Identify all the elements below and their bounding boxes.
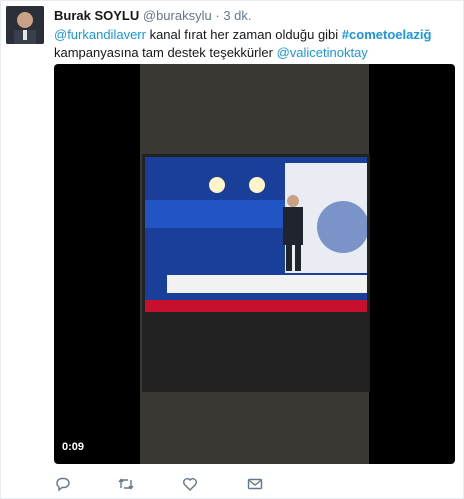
- tv-ticker: [145, 300, 367, 312]
- tweet-text-part: kanal fırat her zaman olduğu gibi: [145, 27, 342, 42]
- avatar-image: [6, 6, 44, 44]
- tv-frame: [142, 154, 370, 392]
- tv-banner: [167, 275, 367, 293]
- avatar[interactable]: [6, 6, 44, 44]
- separator: ·: [215, 8, 220, 23]
- like-icon: [183, 478, 197, 491]
- like-button[interactable]: [181, 475, 199, 493]
- mention-link[interactable]: @valicetinoktay: [277, 45, 368, 60]
- hashtag-link[interactable]: #cometoelaziğ: [342, 27, 432, 42]
- tweet-text: @furkandilaverr kanal fırat her zaman ol…: [54, 26, 454, 62]
- video-timecode: 0:09: [62, 441, 85, 453]
- video-player[interactable]: 0:09: [54, 64, 455, 464]
- tv-screen: [145, 157, 367, 312]
- tweet-card[interactable]: Burak SOYLU @buraksylu · 3 dk. @furkandi…: [0, 0, 464, 499]
- reply-icon: [56, 477, 70, 492]
- retweet-button[interactable]: [117, 475, 135, 493]
- tweet-header: Burak SOYLU @buraksylu · 3 dk.: [54, 8, 252, 23]
- message-icon: [247, 478, 263, 490]
- tweet-actions: [54, 475, 454, 493]
- mention-link[interactable]: @furkandilaverr: [54, 27, 146, 42]
- message-button[interactable]: [246, 475, 264, 493]
- author-handle[interactable]: @buraksylu: [143, 8, 212, 23]
- reply-button[interactable]: [54, 475, 72, 493]
- tweet-timestamp[interactable]: 3 dk.: [223, 8, 251, 23]
- author-name[interactable]: Burak SOYLU: [54, 8, 139, 23]
- retweet-icon: [118, 478, 134, 490]
- tweet-text-part: kampanyasına tam destek teşekkürler: [54, 45, 277, 60]
